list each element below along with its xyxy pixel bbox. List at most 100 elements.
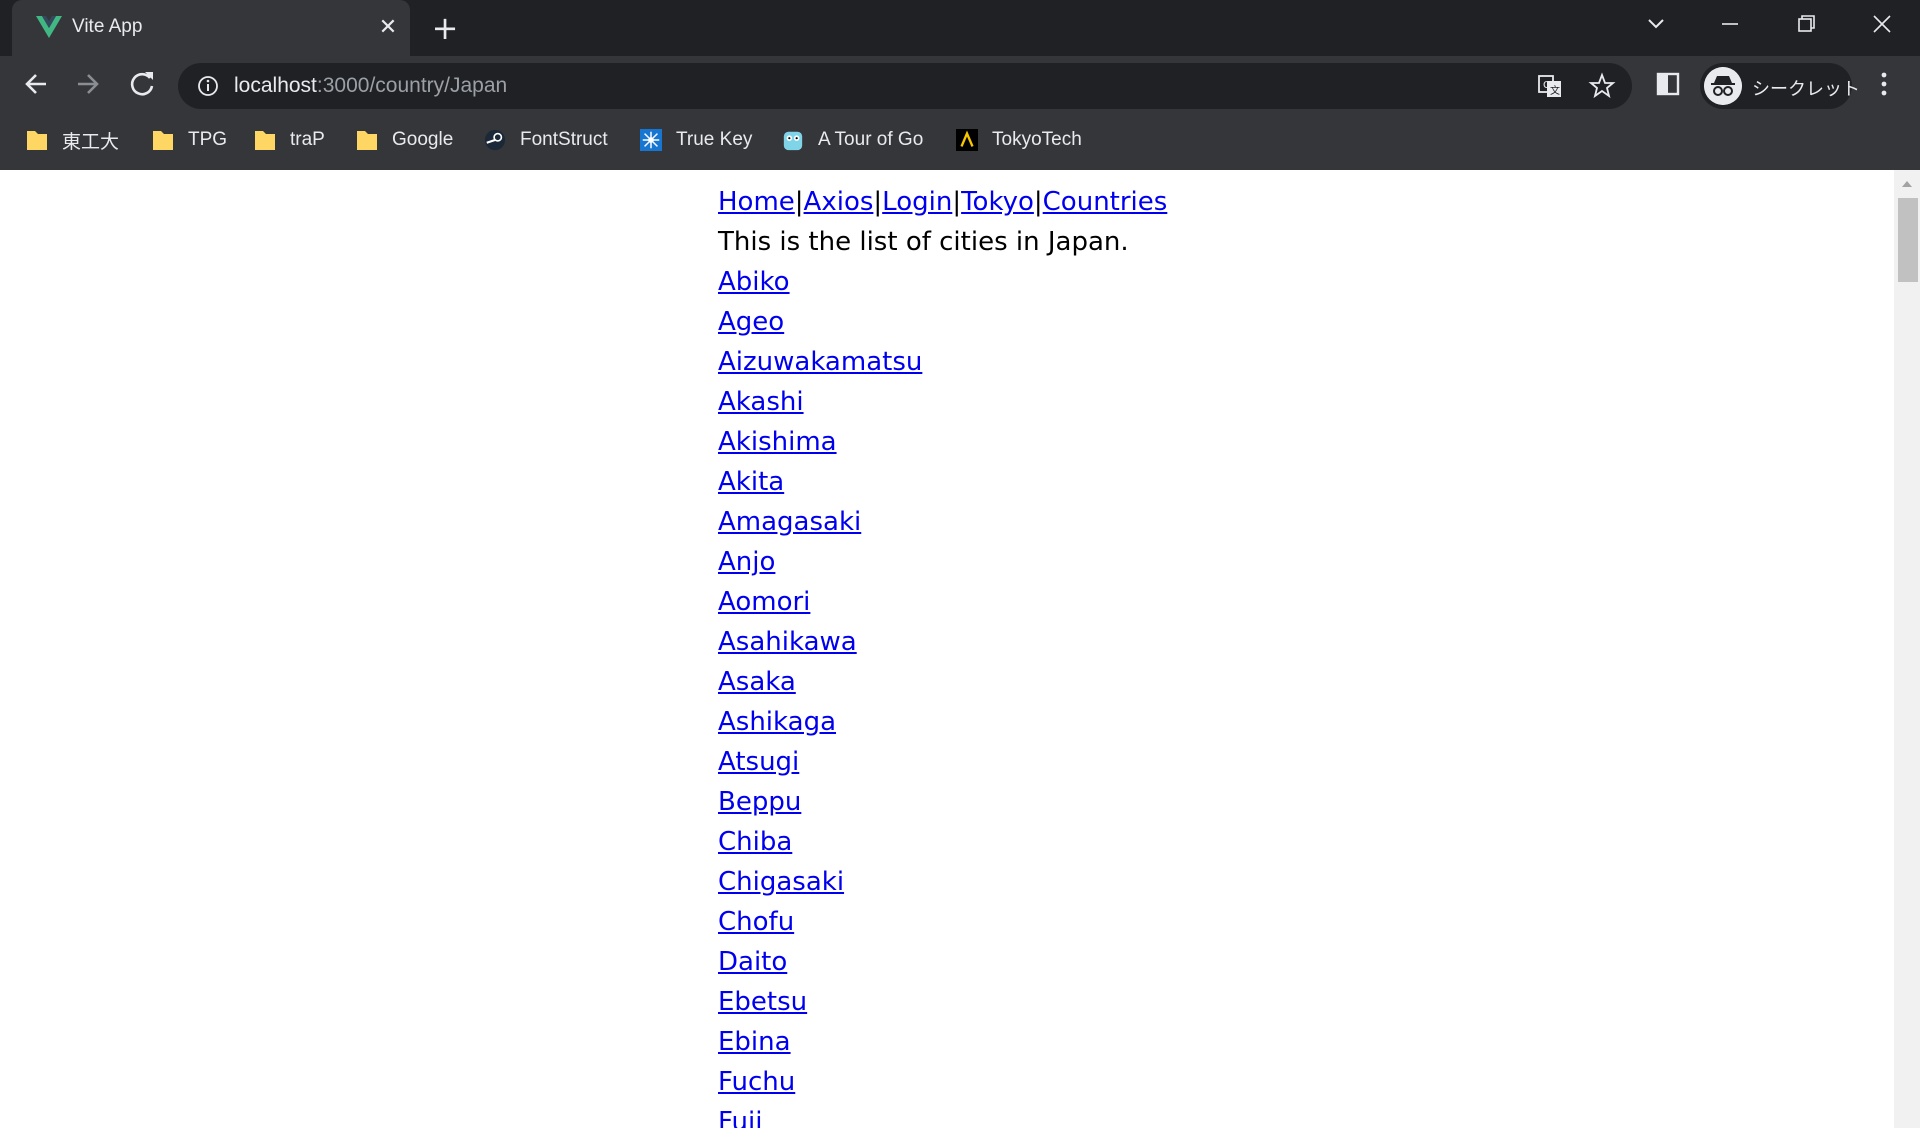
- list-item: Daito: [718, 942, 1167, 982]
- profile-label: シークレット: [1752, 79, 1860, 100]
- city-link[interactable]: Abiko: [718, 267, 790, 297]
- city-link[interactable]: Daito: [718, 947, 787, 977]
- scrollbar-thumb[interactable]: [1898, 198, 1918, 282]
- city-link[interactable]: Akishima: [718, 427, 837, 457]
- nav-link-login[interactable]: Login: [882, 187, 952, 217]
- site-nav: Home|Axios|Login|Tokyo|Countries: [718, 182, 1167, 222]
- close-window-icon[interactable]: [1862, 10, 1902, 40]
- city-link[interactable]: Amagasaki: [718, 507, 861, 537]
- city-link[interactable]: Anjo: [718, 547, 775, 577]
- nav-separator: |: [1033, 187, 1043, 217]
- bookmark-true-key[interactable]: True Key: [640, 124, 752, 156]
- url-text: localhost:3000/country/Japan: [234, 74, 507, 98]
- nav-separator: |: [952, 187, 962, 217]
- vue-logo-icon: [36, 16, 62, 38]
- bookmark-label: TPG: [188, 129, 228, 150]
- tab-title: Vite App: [72, 16, 143, 37]
- bookmark-label: True Key: [676, 129, 753, 150]
- list-item: Ebina: [718, 1022, 1167, 1062]
- city-link[interactable]: Chigasaki: [718, 867, 844, 897]
- bookmark-star-icon[interactable]: [1588, 72, 1616, 100]
- page-scrollbar[interactable]: [1894, 170, 1920, 1128]
- tab-search-icon[interactable]: [1636, 10, 1676, 40]
- list-item: Aizuwakamatsu: [718, 342, 1167, 382]
- city-link[interactable]: Beppu: [718, 787, 801, 817]
- list-item: Anjo: [718, 542, 1167, 582]
- list-item: Fuji: [718, 1102, 1167, 1128]
- steam-icon: [484, 129, 506, 151]
- bookmark-fontstruct[interactable]: FontStruct: [484, 124, 608, 156]
- url-path: :3000/country/Japan: [316, 74, 508, 97]
- city-link[interactable]: Asahikawa: [718, 627, 857, 657]
- list-item: Akashi: [718, 382, 1167, 422]
- site-info-icon[interactable]: [196, 74, 220, 98]
- bookmark-label: FontStruct: [520, 129, 608, 150]
- list-item: Fuchu: [718, 1062, 1167, 1102]
- bookmark-tpg[interactable]: TPG: [152, 124, 227, 156]
- nav-separator: |: [873, 187, 883, 217]
- menu-kebab-icon[interactable]: [1864, 64, 1904, 104]
- tab-strip: Vite App ✕ +: [0, 0, 1920, 56]
- list-item: Amagasaki: [718, 502, 1167, 542]
- restore-icon[interactable]: [1786, 10, 1826, 40]
- tab-vite-app[interactable]: Vite App ✕: [12, 0, 410, 56]
- gopher-icon: [783, 131, 803, 151]
- minimize-icon[interactable]: [1710, 10, 1750, 40]
- city-link[interactable]: Fuji: [718, 1107, 762, 1128]
- tokyotech-icon: [956, 129, 978, 151]
- list-item: Chofu: [718, 902, 1167, 942]
- scroll-up-arrow-icon[interactable]: [1894, 176, 1920, 192]
- nav-link-countries[interactable]: Countries: [1043, 187, 1168, 217]
- translate-icon[interactable]: G 文: [1536, 72, 1564, 100]
- bookmark-trap[interactable]: traP: [254, 124, 325, 156]
- list-item: Atsugi: [718, 742, 1167, 782]
- back-icon[interactable]: [16, 64, 56, 104]
- bookmark-tour-of-go[interactable]: A Tour of Go: [782, 124, 923, 156]
- nav-link-home[interactable]: Home: [718, 187, 795, 217]
- page-content: Home|Axios|Login|Tokyo|Countries This is…: [718, 182, 1167, 1128]
- city-link[interactable]: Atsugi: [718, 747, 799, 777]
- nav-link-tokyo[interactable]: Tokyo: [961, 187, 1034, 217]
- close-tab-icon[interactable]: ✕: [374, 14, 402, 42]
- city-link[interactable]: Ageo: [718, 307, 784, 337]
- bookmark-label: Google: [392, 129, 454, 150]
- list-item: Asahikawa: [718, 622, 1167, 662]
- bookmark-label: 東工大: [62, 131, 120, 153]
- list-item: Chiba: [718, 822, 1167, 862]
- bookmark-tokodai[interactable]: 東工大: [26, 124, 119, 156]
- url-host: localhost: [234, 74, 317, 97]
- list-item: Abiko: [718, 262, 1167, 302]
- page-viewport: Home|Axios|Login|Tokyo|Countries This is…: [0, 170, 1894, 1128]
- true-key-icon: [640, 129, 662, 151]
- city-link[interactable]: Ebina: [718, 1027, 791, 1057]
- forward-icon[interactable]: [68, 64, 108, 104]
- city-link[interactable]: Ebetsu: [718, 987, 807, 1017]
- bookmark-label: traP: [290, 129, 325, 150]
- intro-text: This is the list of cities in Japan.: [718, 227, 1129, 257]
- city-link[interactable]: Akashi: [718, 387, 804, 417]
- side-panel-icon[interactable]: [1648, 64, 1688, 104]
- bookmark-google[interactable]: Google: [356, 124, 453, 156]
- new-tab-button[interactable]: +: [428, 12, 462, 46]
- bookmark-tokyotech[interactable]: TokyoTech: [956, 124, 1082, 156]
- city-link[interactable]: Asaka: [718, 667, 796, 697]
- city-link[interactable]: Ashikaga: [718, 707, 836, 737]
- city-link[interactable]: Fuchu: [718, 1067, 795, 1097]
- list-item: Akita: [718, 462, 1167, 502]
- list-item: Beppu: [718, 782, 1167, 822]
- city-link[interactable]: Chofu: [718, 907, 794, 937]
- address-bar[interactable]: localhost:3000/country/Japan G 文: [178, 63, 1632, 109]
- nav-link-axios[interactable]: Axios: [804, 187, 874, 217]
- reload-icon[interactable]: [122, 64, 162, 104]
- list-item: Ebetsu: [718, 982, 1167, 1022]
- incognito-profile-button[interactable]: シークレット: [1700, 63, 1860, 109]
- city-link[interactable]: Aomori: [718, 587, 810, 617]
- city-link[interactable]: Aizuwakamatsu: [718, 347, 922, 377]
- toolbar: localhost:3000/country/Japan G 文 シークレット: [0, 56, 1920, 114]
- city-link[interactable]: Chiba: [718, 827, 792, 857]
- city-list: Abiko Ageo Aizuwakamatsu Akashi Akishima…: [718, 262, 1167, 1128]
- folder-icon: [153, 131, 173, 150]
- bookmarks-bar: 東工大 TPG traP Google FontStruct True Key …: [0, 116, 1920, 164]
- svg-text:文: 文: [1550, 84, 1560, 97]
- city-link[interactable]: Akita: [718, 467, 784, 497]
